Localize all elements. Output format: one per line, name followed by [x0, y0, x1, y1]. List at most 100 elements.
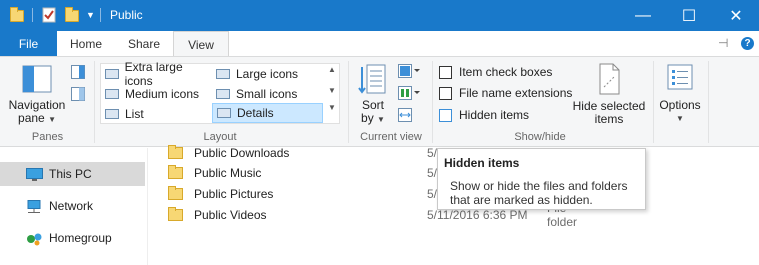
large-icons-icon	[216, 68, 230, 79]
options-icon	[667, 64, 693, 90]
chevron-down-icon: ▼	[676, 114, 684, 123]
help-icon[interactable]: ?	[741, 37, 754, 50]
extra-large-icons-icon	[105, 68, 119, 79]
file-name: Public Pictures	[194, 187, 274, 201]
more-layouts-icon[interactable]: ▼	[325, 103, 339, 112]
layout-medium-icons[interactable]: Medium icons	[101, 84, 211, 103]
divider	[653, 61, 654, 143]
divider	[32, 8, 33, 22]
customize-toolbar-icon[interactable]: ▼	[86, 10, 95, 26]
chevron-down-icon: ▼	[377, 115, 385, 124]
divider	[348, 61, 349, 143]
window-title: Public	[110, 8, 143, 22]
details-icon	[217, 108, 231, 118]
divider	[708, 61, 709, 143]
hide-selected-items-button[interactable]: Hide selected items	[570, 63, 648, 126]
ribbon-tabs: File Home Share View ⊣ ?	[0, 31, 759, 57]
maximize-button[interactable]: ☐	[666, 0, 712, 31]
size-columns-icon[interactable]	[398, 108, 412, 125]
folder-icon	[168, 145, 183, 159]
sort-by-label-2: by	[361, 111, 374, 125]
navigation-pane-button[interactable]: Navigation pane ▼	[6, 65, 68, 126]
tab-file[interactable]: File	[0, 31, 57, 56]
folder-icon	[168, 186, 183, 200]
tab-home[interactable]: Home	[57, 31, 115, 56]
nav-item-label: Homegroup	[49, 231, 112, 245]
layout-item-label: Small icons	[236, 86, 298, 101]
add-columns-icon[interactable]	[398, 86, 420, 103]
small-icons-icon	[216, 88, 230, 99]
list-icon	[105, 108, 119, 119]
group-label-current-view: Current view	[360, 131, 422, 143]
scroll-down-icon[interactable]: ▼	[325, 86, 339, 95]
homegroup-icon	[26, 232, 42, 245]
medium-icons-icon	[105, 88, 119, 99]
options-button[interactable]: Options ▼	[657, 63, 703, 125]
divider	[94, 61, 95, 143]
file-name-extensions-toggle[interactable]: File name extensions	[439, 86, 572, 100]
layout-item-label: Medium icons	[125, 86, 200, 101]
item-check-boxes-toggle[interactable]: Item check boxes	[439, 65, 552, 79]
file-name-extensions-label: File name extensions	[459, 86, 573, 100]
nav-item-label: Network	[49, 199, 94, 213]
tab-view[interactable]: View	[173, 31, 229, 57]
group-label-panes: Panes	[31, 131, 64, 143]
hide-selected-icon	[599, 63, 620, 95]
nav-item-label: This PC	[49, 167, 92, 181]
minimize-button[interactable]: —	[620, 0, 666, 31]
divider	[432, 61, 433, 143]
tab-share[interactable]: Share	[115, 31, 173, 56]
properties-icon[interactable]	[42, 7, 56, 23]
pin-ribbon-icon[interactable]: ⊣	[718, 36, 728, 50]
layout-small-icons[interactable]: Small icons	[212, 84, 322, 103]
file-date: 5/	[427, 187, 438, 201]
scroll-up-icon[interactable]: ▲	[325, 65, 339, 74]
title-bar: ▼ Public — ☐ ✕	[0, 0, 759, 31]
close-button[interactable]: ✕	[713, 0, 759, 31]
options-label: Options	[659, 98, 701, 112]
hidden-items-tooltip: Hidden items Show or hide the files and …	[437, 148, 646, 210]
file-date: 5/11/2016 6:36 PM	[427, 208, 528, 222]
tooltip-body: Show or hide the files and folders that …	[450, 179, 628, 207]
network-icon	[26, 199, 42, 213]
file-name: Public Music	[194, 166, 262, 180]
layout-large-icons[interactable]: Large icons	[212, 64, 322, 83]
hidden-items-label: Hidden items	[459, 108, 530, 122]
layout-extra-large-icons[interactable]: Extra large icons	[101, 60, 211, 88]
item-check-boxes-label: Item check boxes	[459, 65, 553, 79]
folder-icon	[168, 207, 183, 221]
folder-icon	[168, 165, 183, 179]
nav-item-this-pc[interactable]: This PC	[0, 162, 145, 186]
layout-list[interactable]: List	[101, 104, 211, 123]
layout-item-label: Large icons	[236, 66, 299, 81]
group-by-icon[interactable]	[398, 64, 420, 81]
layout-item-label: Details	[237, 106, 274, 120]
file-name: Public Videos	[194, 208, 267, 222]
navigation-pane-label-2: pane	[18, 111, 45, 125]
nav-item-homegroup[interactable]: Homegroup	[0, 226, 145, 250]
nav-item-network[interactable]: Network	[0, 194, 145, 218]
group-label-layout: Layout	[203, 131, 237, 143]
layout-details[interactable]: Details	[212, 103, 323, 123]
checkbox[interactable]	[439, 108, 452, 122]
file-date: 5/	[427, 166, 438, 180]
layout-scroll[interactable]: ▲ ▼ ▼	[325, 63, 339, 124]
hidden-items-toggle[interactable]: Hidden items	[439, 108, 529, 122]
computer-icon	[26, 167, 43, 181]
file-date: 5/	[427, 146, 438, 160]
group-label-show-hide: Show/hide	[514, 131, 566, 143]
preview-pane-icon[interactable]	[71, 65, 85, 79]
sort-by-button[interactable]: Sort by ▼	[356, 63, 390, 126]
hide-selected-label-2: items	[594, 112, 624, 126]
tooltip-title: Hidden items	[444, 156, 520, 170]
navigation-pane: This PC Network Homegroup	[0, 148, 148, 265]
checkbox[interactable]	[439, 86, 452, 100]
navigation-pane-icon	[22, 65, 52, 93]
details-pane-icon[interactable]	[71, 87, 85, 101]
file-name: Public Downloads	[194, 146, 290, 160]
checkbox[interactable]	[439, 65, 452, 79]
sort-by-icon	[358, 64, 386, 94]
chevron-down-icon: ▼	[48, 115, 56, 124]
divider	[100, 8, 101, 22]
layout-gallery: Extra large icons Large icons Medium ico…	[100, 60, 340, 124]
